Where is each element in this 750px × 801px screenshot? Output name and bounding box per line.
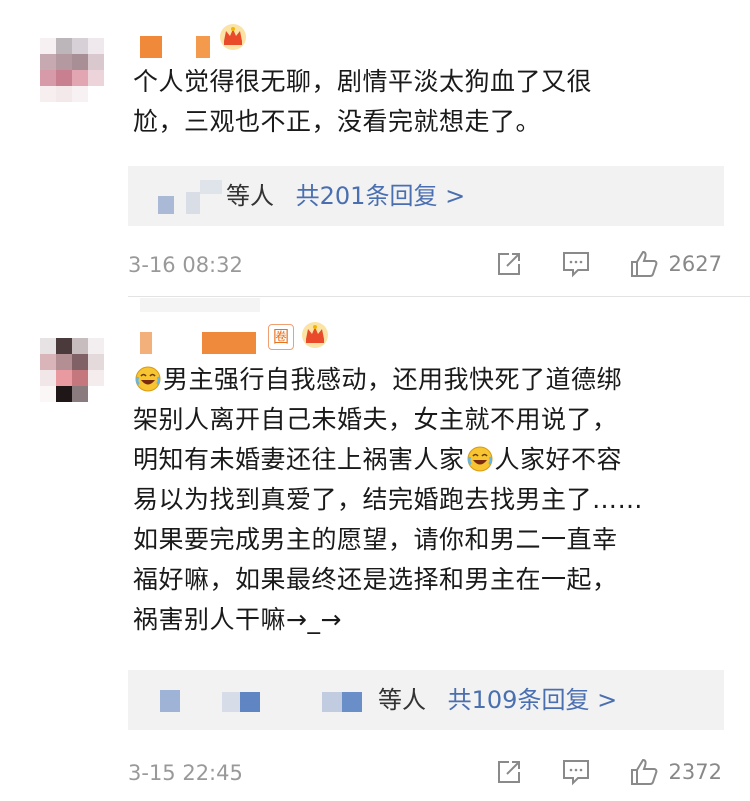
header-mask — [140, 298, 260, 312]
comment-item: 圈 男主强行自我感动，还用我快死了道德绑 架别人离开自己未婚夫，女主就不用说了，… — [0, 296, 750, 801]
avatar — [200, 180, 222, 194]
timestamp: 3-15 22:45 — [128, 761, 243, 785]
comment-line-text: 人家好不容 — [494, 445, 623, 474]
action-bar: 2372 — [465, 754, 722, 790]
comment-text: 个人觉得很无聊，剧情平淡太狗血了又很 尬，三观也不正，没看完就想走了。 — [133, 62, 592, 142]
comment-line: 祸害别人干嘛→_→ — [133, 605, 342, 634]
reply-count-link[interactable]: 共201条回复 > — [296, 182, 466, 210]
laugh-cry-emoji-icon — [467, 446, 493, 472]
reply-names: 等人 — [378, 686, 426, 714]
avatar — [240, 692, 260, 712]
share-button[interactable] — [495, 758, 523, 786]
avatar — [160, 690, 180, 712]
reply-names: 等人 — [226, 182, 274, 210]
like-count: 2372 — [668, 760, 722, 784]
comment-text: 男主强行自我感动，还用我快死了道德绑 架别人离开自己未婚夫，女主就不用说了， 明… — [133, 360, 643, 640]
avatar — [158, 196, 174, 214]
thumbs-up-icon — [630, 250, 657, 277]
comment-line: 架别人离开自己未婚夫，女主就不用说了， — [133, 405, 618, 434]
like-button[interactable]: 2372 — [629, 757, 722, 787]
crown-icon — [220, 24, 246, 50]
reply-count-link[interactable]: 共109条回复 > — [448, 686, 618, 714]
share-icon — [497, 761, 520, 783]
comment-icon — [562, 760, 589, 786]
thumbs-up-icon — [630, 758, 657, 785]
comment-line: 个人觉得很无聊，剧情平淡太狗血了又很 — [133, 67, 593, 96]
comment-line-text: 明知有未婚妻还往上祸害人家 — [133, 445, 465, 474]
timestamp: 3-16 08:32 — [128, 253, 243, 277]
reply-summary[interactable]: 等人 共109条回复 > — [128, 670, 724, 730]
crown-icon — [302, 322, 328, 348]
like-button[interactable]: 2627 — [629, 249, 722, 279]
comment-button[interactable] — [561, 758, 591, 786]
avatar — [222, 692, 240, 712]
comment-line: 男主强行自我感动，还用我快死了道德绑 — [133, 360, 643, 400]
avatar — [186, 192, 200, 214]
avatar[interactable] — [40, 338, 104, 402]
share-icon — [497, 253, 520, 275]
avatar[interactable] — [40, 38, 104, 102]
fan-badge: 圈 — [268, 324, 294, 350]
comment-item: 个人觉得很无聊，剧情平淡太狗血了又很 尬，三观也不正，没看完就想走了。 等人 共… — [0, 0, 750, 296]
comment-line: 易以为找到真爱了，结完婚跑去找男主了…… — [133, 485, 644, 514]
comment-line: 如果要完成男主的愿望，请你和男二一直幸 — [133, 525, 618, 554]
avatar — [322, 692, 342, 712]
username[interactable] — [140, 36, 220, 58]
laugh-cry-emoji-icon — [135, 366, 161, 392]
comment-button[interactable] — [561, 250, 591, 278]
reply-summary[interactable]: 等人 共201条回复 > — [128, 166, 724, 226]
like-count: 2627 — [668, 252, 722, 276]
comment-line: 明知有未婚妻还往上祸害人家 人家好不容 — [133, 440, 643, 480]
comment-line-text: 男主强行自我感动，还用我快死了道德绑 — [163, 365, 623, 394]
username[interactable] — [140, 332, 260, 354]
comment-line: 福好嘛，如果最终还是选择和男主在一起， — [133, 565, 618, 594]
avatar — [342, 692, 362, 712]
comment-icon — [562, 252, 589, 278]
comment-line: 尬，三观也不正，没看完就想走了。 — [133, 107, 542, 136]
share-button[interactable] — [495, 250, 523, 278]
action-bar: 2627 — [465, 246, 722, 282]
